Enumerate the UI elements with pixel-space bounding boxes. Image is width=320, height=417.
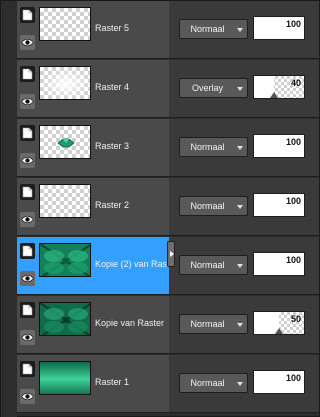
opacity-marker[interactable]	[275, 328, 283, 334]
layer-thumbnail[interactable]	[39, 302, 91, 336]
layer-icons	[19, 182, 36, 232]
layers-panel: Raster 5 Normaal 100 Raster 4 Overlay 40…	[0, 0, 320, 417]
eye-icon[interactable]	[20, 389, 35, 404]
layer-icons	[19, 359, 36, 409]
raster-layer-icon[interactable]	[20, 66, 35, 82]
layer-thumbnail[interactable]	[39, 125, 91, 159]
layer-icons	[19, 300, 36, 350]
layer-properties: Normaal 100	[169, 237, 319, 295]
blend-mode-dropdown[interactable]: Normaal	[179, 373, 248, 393]
layer-thumbnail[interactable]	[39, 7, 91, 41]
layer-row-2[interactable]: Raster 4 Overlay 40	[1, 60, 320, 119]
layer-icons	[19, 64, 36, 114]
blend-mode-dropdown[interactable]: Overlay	[179, 78, 248, 98]
opacity-slider[interactable]: 100	[253, 193, 305, 217]
layer-icons	[19, 123, 36, 173]
eye-icon[interactable]	[20, 153, 35, 168]
raster-layer-icon[interactable]	[20, 7, 35, 23]
chevron-down-icon	[237, 146, 243, 150]
blend-mode-dropdown[interactable]: Normaal	[179, 196, 248, 216]
opacity-slider[interactable]: 100	[253, 252, 305, 276]
raster-layer-icon[interactable]	[20, 302, 35, 318]
opacity-value: 40	[290, 78, 301, 88]
raster-layer-icon[interactable]	[20, 184, 35, 200]
blend-mode-dropdown[interactable]: Normaal	[179, 19, 248, 39]
layer-thumbnail[interactable]	[39, 184, 91, 218]
opacity-slider[interactable]: 100	[253, 370, 305, 394]
layer-name: Raster 2	[95, 200, 130, 210]
eye-icon[interactable]	[20, 212, 35, 227]
blend-mode-value: Overlay	[191, 83, 223, 93]
opacity-slider[interactable]: 40	[253, 75, 305, 99]
layer-row-1[interactable]: Raster 5 Normaal 100	[1, 1, 320, 60]
opacity-value: 50	[290, 314, 301, 324]
layer-info[interactable]: Raster 2	[17, 178, 169, 236]
layer-properties: Normaal 100	[169, 1, 319, 59]
layer-properties: Normaal 100	[169, 355, 319, 413]
opacity-slider[interactable]: 50	[253, 311, 305, 335]
chevron-right-icon	[170, 251, 174, 257]
blend-mode-dropdown[interactable]: Normaal	[179, 314, 248, 334]
blend-mode-dropdown[interactable]: Normaal	[179, 255, 248, 275]
layer-info[interactable]: Raster 5	[17, 1, 169, 59]
chevron-down-icon	[237, 28, 243, 32]
opacity-value: 100	[285, 196, 301, 206]
layer-info[interactable]: Raster 1	[17, 355, 169, 413]
blend-mode-value: Normaal	[190, 142, 225, 152]
layer-name: Raster 4	[95, 82, 130, 92]
layer-name: Raster 1	[95, 377, 130, 387]
chevron-down-icon	[237, 323, 243, 327]
layer-properties: Normaal 100	[169, 119, 319, 177]
layer-properties: Normaal 50	[169, 296, 319, 354]
layer-row-3[interactable]: Raster 3 Normaal 100	[1, 119, 320, 178]
opacity-marker[interactable]	[270, 92, 278, 98]
opacity-value: 100	[285, 19, 301, 29]
blend-mode-value: Normaal	[190, 24, 225, 34]
opacity-value: 100	[285, 373, 301, 383]
layer-row-6[interactable]: Kopie van Raster Normaal 50	[1, 296, 320, 355]
blend-mode-dropdown[interactable]: Normaal	[179, 137, 248, 157]
raster-layer-icon[interactable]	[20, 361, 35, 377]
eye-icon[interactable]	[20, 330, 35, 345]
opacity-value: 100	[285, 255, 301, 265]
blend-mode-value: Normaal	[190, 378, 225, 388]
layer-row-4[interactable]: Raster 2 Normaal 100	[1, 178, 320, 237]
blend-mode-value: Normaal	[190, 319, 225, 329]
layer-name: Raster 3	[95, 141, 130, 151]
opacity-value: 100	[285, 137, 301, 147]
layer-icons	[19, 5, 36, 55]
layer-properties: Normaal 100	[169, 178, 319, 236]
layer-info[interactable]: Raster 4	[17, 60, 169, 118]
layer-icons	[19, 241, 36, 291]
layer-thumbnail[interactable]	[39, 361, 91, 395]
opacity-slider[interactable]: 100	[253, 134, 305, 158]
raster-layer-icon[interactable]	[20, 243, 35, 259]
eye-icon[interactable]	[20, 271, 35, 286]
blend-mode-value: Normaal	[190, 260, 225, 270]
layer-row-5[interactable]: Kopie (2) van Ras Normaal 100	[1, 237, 320, 296]
layer-name: Kopie van Raster	[95, 318, 165, 328]
layer-properties: Overlay 40	[169, 60, 319, 118]
chevron-down-icon	[237, 87, 243, 91]
chevron-down-icon	[237, 382, 243, 386]
layer-info[interactable]: Kopie (2) van Ras	[17, 237, 169, 295]
layer-thumbnail[interactable]	[39, 66, 91, 100]
collapse-handle[interactable]	[167, 241, 175, 267]
layer-thumbnail[interactable]	[39, 243, 91, 277]
chevron-down-icon	[237, 264, 243, 268]
opacity-slider[interactable]: 100	[253, 16, 305, 40]
eye-icon[interactable]	[20, 94, 35, 109]
blend-mode-value: Normaal	[190, 201, 225, 211]
layer-info[interactable]: Raster 3	[17, 119, 169, 177]
layer-name: Kopie (2) van Ras	[95, 259, 167, 269]
layer-info[interactable]: Kopie van Raster	[17, 296, 169, 354]
eye-icon[interactable]	[20, 35, 35, 50]
raster-layer-icon[interactable]	[20, 125, 35, 141]
chevron-down-icon	[237, 205, 243, 209]
layer-row-7[interactable]: Raster 1 Normaal 100	[1, 355, 320, 414]
layer-name: Raster 5	[95, 23, 130, 33]
